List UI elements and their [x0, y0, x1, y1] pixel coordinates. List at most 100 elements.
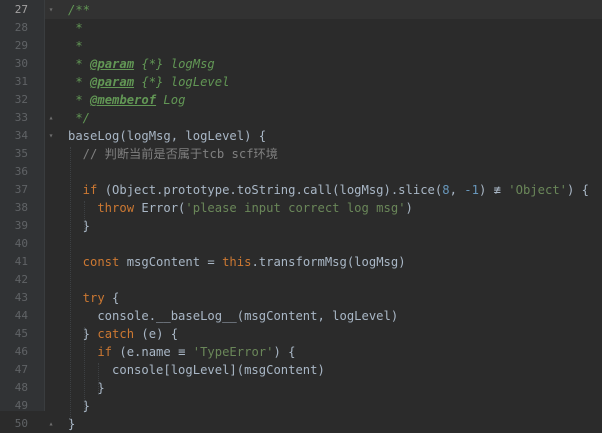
code-line[interactable]: 39 } — [0, 217, 602, 235]
code-line[interactable]: 47 console[logLevel](msgContent) — [0, 361, 602, 379]
code-token: { — [112, 291, 120, 305]
line-number: 32 — [14, 93, 28, 106]
code-token: msgContent = — [126, 255, 223, 269]
line-number: 41 — [14, 255, 28, 268]
line-number: 46 — [14, 345, 28, 358]
code-line[interactable]: 33 ▴ */ — [0, 109, 602, 127]
line-number: 28 — [14, 21, 28, 34]
code-text: console.__baseLog__(msgContent, logLevel… — [68, 307, 398, 325]
code-line[interactable]: 42 — [0, 271, 602, 289]
code-text: * — [68, 37, 83, 55]
code-text: } — [68, 397, 90, 415]
code-line[interactable]: 49 } — [0, 397, 602, 415]
code-token: Error( — [141, 201, 186, 215]
code-token: logLevel — [170, 75, 230, 89]
code-token: } — [68, 381, 105, 395]
code-line[interactable]: 41 const msgContent = this.transformMsg(… — [0, 253, 602, 271]
code-line[interactable]: 44 console.__baseLog__(msgContent, logLe… — [0, 307, 602, 325]
code-text: if (Object.prototype.toString.call(logMs… — [68, 181, 589, 199]
line-number: 30 — [14, 57, 28, 70]
code-token: , — [449, 183, 465, 197]
code-text: throw Error('please input correct log ms… — [68, 199, 413, 217]
code-token: * — [68, 93, 91, 107]
code-line[interactable]: 35 // 判断当前是否属于tcb scf环境 — [0, 145, 602, 163]
code-token: @param — [90, 75, 135, 89]
code-token: * — [68, 39, 83, 53]
code-token: } — [68, 327, 98, 341]
fold-close-icon[interactable]: ▴ — [47, 420, 55, 428]
code-token: catch — [97, 327, 142, 341]
code-text: baseLog(logMsg, logLevel) { — [68, 127, 266, 145]
line-number: 39 — [14, 219, 28, 232]
line-number: 48 — [14, 381, 28, 394]
line-number: 27 — [14, 3, 28, 16]
code-token: .transformMsg(logMsg) — [251, 255, 406, 269]
line-number: 35 — [14, 147, 28, 160]
code-line[interactable]: 43 try { — [0, 289, 602, 307]
line-number: 43 — [14, 291, 28, 304]
code-line[interactable]: 36 — [0, 163, 602, 181]
indent-guide — [84, 327, 85, 413]
code-line[interactable]: 50 ▴} — [0, 415, 602, 433]
code-line[interactable]: 30 * @param {*} logMsg — [0, 55, 602, 73]
indent-guide — [70, 147, 71, 431]
code-text: try { — [68, 289, 120, 307]
code-line[interactable]: 48 } — [0, 379, 602, 397]
code-text: console[logLevel](msgContent) — [68, 361, 325, 379]
code-token: * — [68, 57, 91, 71]
code-text: } — [68, 217, 90, 235]
code-line[interactable]: 45 } catch (e) { — [0, 325, 602, 343]
line-number: 33 — [14, 111, 28, 124]
code-token: ) { — [273, 345, 296, 359]
code-line[interactable]: 28 * — [0, 19, 602, 37]
code-line[interactable]: 32 * @memberof Log — [0, 91, 602, 109]
code-token: const — [68, 255, 127, 269]
code-token: ) { — [567, 183, 590, 197]
code-token: } — [68, 219, 91, 233]
code-token: throw — [68, 201, 142, 215]
line-number: 42 — [14, 273, 28, 286]
code-line[interactable]: 38 throw Error('please input correct log… — [0, 199, 602, 217]
code-text: } — [68, 379, 105, 397]
line-number: 31 — [14, 75, 28, 88]
code-token: * — [68, 75, 91, 89]
fold-close-icon[interactable]: ▴ — [47, 114, 55, 122]
line-number: 40 — [14, 237, 28, 250]
code-token: (Object.prototype.toString.call(logMsg).… — [104, 183, 443, 197]
fold-open-icon[interactable]: ▾ — [47, 132, 55, 140]
code-token: */ — [68, 111, 91, 125]
code-token: baseLog(logMsg, logLevel) { — [68, 129, 267, 143]
line-number: 36 — [14, 165, 28, 178]
code-token: console[logLevel](msgContent) — [68, 363, 325, 377]
line-number: 45 — [14, 327, 28, 340]
code-line[interactable]: 29 * — [0, 37, 602, 55]
code-line[interactable]: 27 ▾ /** — [0, 1, 602, 19]
code-token: 'TypeError' — [192, 345, 274, 359]
code-line[interactable]: 31 * @param {*} logLevel — [0, 73, 602, 91]
code-text: const msgContent = this.transformMsg(log… — [68, 253, 406, 271]
fold-open-icon[interactable]: ▾ — [47, 6, 55, 14]
indent-guide — [84, 201, 85, 233]
line-number: 38 — [14, 201, 28, 214]
code-editor[interactable]: 27 ▾/** 28 * 29 * 30 * @param {*} logMsg 31 *… — [0, 0, 602, 431]
indent-guide — [98, 363, 99, 395]
code-token: @param — [90, 57, 135, 71]
code-text: // 判断当前是否属于tcb scf环境 — [68, 145, 278, 163]
code-token: if — [68, 183, 105, 197]
code-token: (e) { — [141, 327, 179, 341]
code-text: * @memberof Log — [68, 91, 185, 109]
code-text: /** — [68, 1, 90, 19]
code-line[interactable]: 37 if (Object.prototype.toString.call(lo… — [0, 181, 602, 199]
code-line[interactable]: 40 — [0, 235, 602, 253]
code-line[interactable]: 34 ▾ baseLog(logMsg, logLevel) { — [0, 127, 602, 145]
code-token: Log — [156, 93, 186, 107]
code-token: 8 — [442, 183, 450, 197]
code-token: * — [68, 21, 83, 35]
code-line[interactable]: 46 if (e.name ≡ 'TypeError') { — [0, 343, 602, 361]
code-token: @memberof — [90, 93, 157, 107]
code-token: ) ≢ — [478, 183, 509, 197]
line-number: 47 — [14, 363, 28, 376]
code-token: try — [68, 291, 113, 305]
code-token: console.__baseLog__(msgContent, logLevel… — [68, 309, 399, 323]
code-text: */ — [68, 109, 90, 127]
